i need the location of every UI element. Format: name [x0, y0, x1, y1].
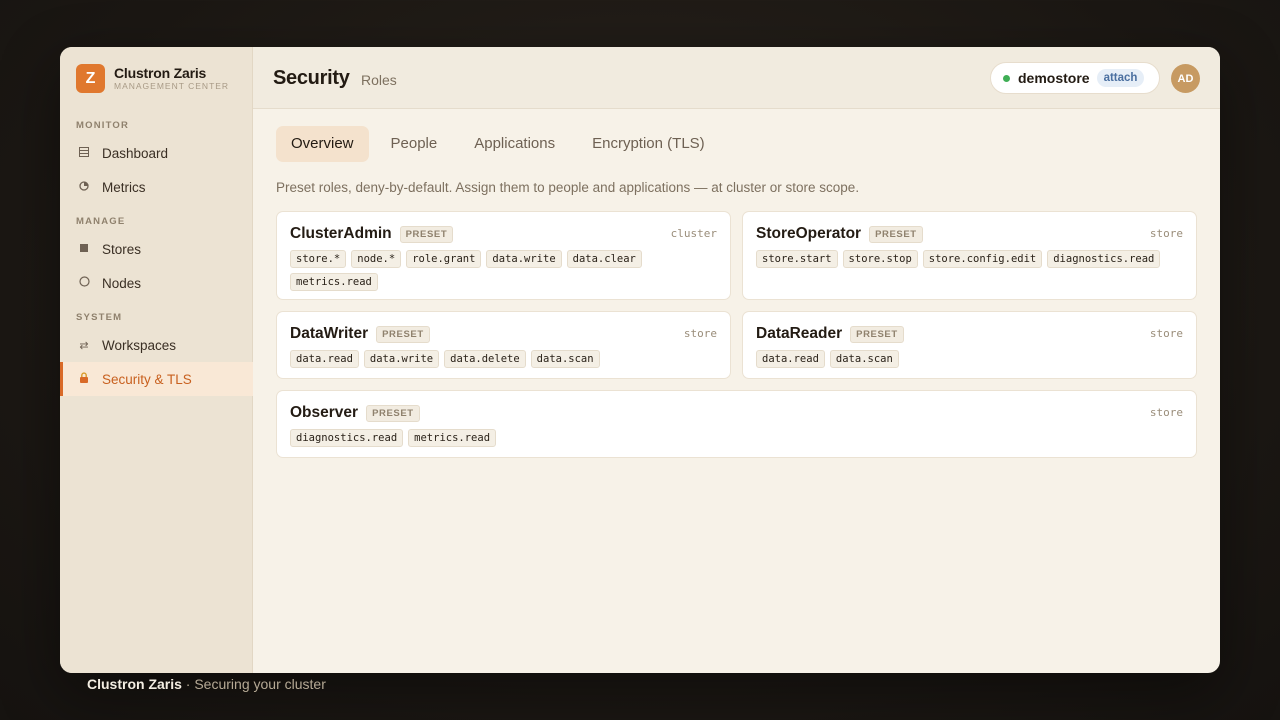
permission-tag: diagnostics.read	[290, 429, 404, 447]
tab-overview[interactable]: Overview	[276, 126, 369, 162]
roles-description: Preset roles, deny-by-default. Assign th…	[276, 180, 860, 195]
role-card-clusteradmin[interactable]: ClusterAdmin PRESET cluster store.* node…	[276, 211, 731, 300]
preset-badge: PRESET	[850, 325, 904, 343]
permission-tag: store.stop	[842, 250, 918, 268]
caption-title: Clustron Zaris	[87, 676, 182, 692]
preset-badge: PRESET	[869, 225, 923, 243]
node-circle-icon	[78, 276, 90, 290]
sidebar-item-security[interactable]: Security & TLS	[60, 362, 253, 396]
swap-arrows-icon: ⇄	[79, 339, 89, 352]
permission-list: diagnostics.read metrics.read	[290, 429, 1183, 452]
sidebar: Z Clustron Zaris MANAGEMENT CENTER MONIT…	[60, 47, 253, 673]
preset-badge: PRESET	[376, 325, 430, 343]
sidebar-item-dashboard[interactable]: Dashboard	[60, 136, 253, 170]
permission-tag: role.grant	[406, 250, 482, 268]
main-content: Security Roles demostore attach AD Overv…	[253, 47, 1220, 673]
caption: Clustron Zaris · Securing your cluster	[87, 676, 326, 692]
permission-tag: store.config.edit	[922, 250, 1043, 268]
permission-tag: diagnostics.read	[1047, 250, 1161, 268]
permission-tag: node.*	[351, 250, 402, 268]
role-name: ClusterAdmin	[290, 225, 392, 242]
store-selector[interactable]: demostore attach	[990, 62, 1160, 94]
brand[interactable]: Z Clustron Zaris MANAGEMENT CENTER	[76, 64, 229, 93]
sidebar-item-nodes[interactable]: Nodes	[60, 266, 253, 300]
sidebar-item-label: Dashboard	[102, 145, 169, 161]
permission-tag: data.read	[756, 350, 825, 368]
page-subtitle: Roles	[361, 72, 397, 88]
permission-tag: store.*	[290, 250, 347, 268]
tab-people[interactable]: People	[376, 126, 453, 162]
role-scope: store	[683, 327, 717, 340]
preset-badge: PRESET	[399, 225, 454, 243]
sidebar-item-label: Workspaces	[102, 337, 177, 353]
permission-tag: data.write	[363, 350, 440, 368]
page-title: Security	[273, 67, 350, 89]
topbar: Security Roles demostore attach AD	[253, 47, 1220, 109]
role-card-observer[interactable]: Observer PRESET store diagnostics.read m…	[276, 390, 1197, 458]
sidebar-item-metrics[interactable]: Metrics	[60, 170, 253, 204]
status-dot-icon	[1003, 74, 1010, 82]
avatar[interactable]: AD	[1171, 64, 1200, 93]
chart-pie-icon	[78, 180, 90, 194]
brand-name: Clustron Zaris	[114, 65, 207, 82]
role-scope: store	[1149, 227, 1183, 240]
attach-button[interactable]: attach	[1096, 69, 1145, 87]
permission-tag: data.scan	[530, 350, 600, 368]
preset-badge: PRESET	[366, 404, 420, 422]
sidebar-item-label: Nodes	[102, 275, 142, 291]
section-label-monitor: MONITOR	[76, 120, 130, 131]
permission-tag: data.read	[290, 350, 359, 368]
role-card-datawriter[interactable]: DataWriter PRESET store data.read data.w…	[276, 311, 731, 379]
permission-tag: metrics.read	[408, 429, 497, 447]
brand-logo: Z	[76, 64, 105, 93]
tab-encryption[interactable]: Encryption (TLS)	[577, 126, 720, 162]
sidebar-item-label: Security & TLS	[102, 371, 192, 387]
sidebar-item-label: Stores	[102, 241, 142, 257]
tab-applications[interactable]: Applications	[459, 126, 570, 162]
store-name: demostore	[1018, 70, 1090, 86]
caption-text: · Securing your cluster	[181, 676, 326, 692]
brand-subtitle: MANAGEMENT CENTER	[114, 81, 230, 92]
permission-tag: data.write	[486, 250, 562, 268]
section-label-manage: MANAGE	[76, 216, 126, 227]
permission-tag: data.delete	[444, 350, 526, 368]
permission-list: data.read data.scan	[756, 350, 1183, 373]
dashboard-icon	[78, 146, 90, 160]
permission-tag: data.clear	[566, 250, 642, 268]
permission-tag: store.start	[756, 250, 838, 268]
role-scope: store	[1149, 406, 1183, 419]
permission-tag: data.scan	[829, 350, 899, 368]
role-card-datareader[interactable]: DataReader PRESET store data.read data.s…	[742, 311, 1197, 379]
role-name: DataReader	[756, 325, 843, 342]
role-name: DataWriter	[290, 325, 369, 342]
tab-bar: Overview People Applications Encryption …	[276, 126, 727, 162]
sidebar-item-label: Metrics	[102, 179, 146, 195]
sidebar-item-stores[interactable]: Stores	[60, 232, 253, 266]
permission-list: data.read data.write data.delete data.sc…	[290, 350, 717, 373]
stores-icon	[78, 243, 90, 256]
role-name: Observer	[290, 404, 359, 421]
permission-list: store.start store.stop store.config.edit…	[756, 250, 1183, 273]
sidebar-item-workspaces[interactable]: ⇄ Workspaces	[60, 328, 253, 362]
app-window: Z Clustron Zaris MANAGEMENT CENTER MONIT…	[60, 47, 1220, 673]
role-scope: cluster	[670, 227, 717, 240]
section-label-system: SYSTEM	[76, 312, 123, 323]
permission-tag: metrics.read	[290, 273, 378, 291]
permission-list: store.* node.* role.grant data.write dat…	[290, 250, 717, 296]
lock-icon	[78, 372, 90, 386]
role-card-storeoperator[interactable]: StoreOperator PRESET store store.start s…	[742, 211, 1197, 300]
role-scope: store	[1149, 327, 1183, 340]
role-name: StoreOperator	[756, 225, 862, 242]
